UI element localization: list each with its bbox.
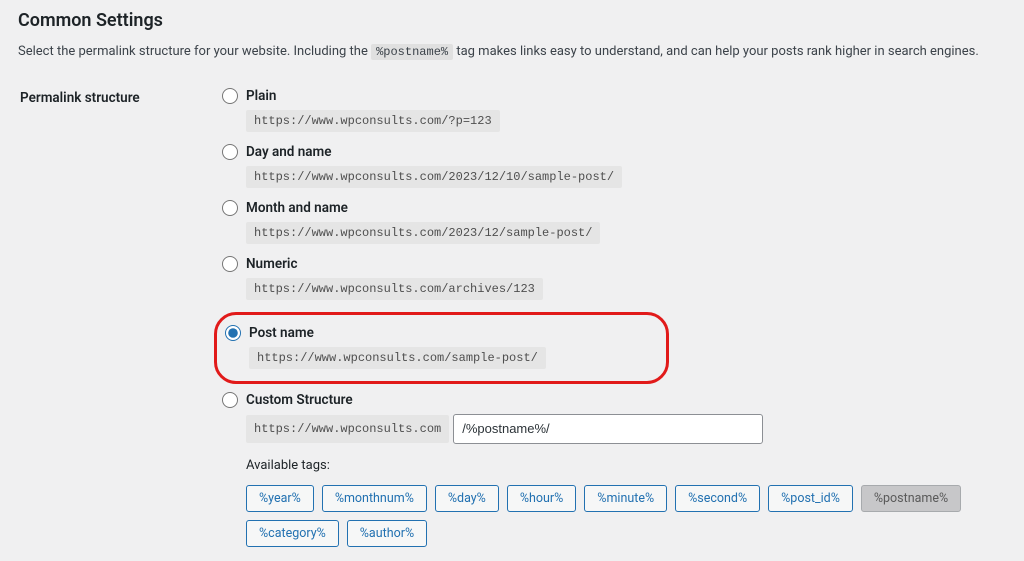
option-post-name-highlighted: Post name https://www.wpconsults.com/sam… [214,312,669,384]
section-desc-after: tag makes links easy to understand, and … [456,44,978,59]
radio-post-name-label[interactable]: Post name [249,325,314,341]
radio-plain[interactable] [222,88,238,104]
tag-second-button[interactable]: %second% [675,485,760,512]
section-description: Select the permalink structure for your … [18,43,1006,62]
radio-month-name-label[interactable]: Month and name [246,200,348,216]
month-name-url-example: https://www.wpconsults.com/2023/12/sampl… [246,222,600,244]
option-month-and-name: Month and name https://www.wpconsults.co… [222,200,1004,244]
tag-post-id-button[interactable]: %post_id% [768,485,853,512]
tag-minute-button[interactable]: %minute% [584,485,667,512]
custom-url-prefix: https://www.wpconsults.com [246,415,449,443]
tag-buttons-row: %year% %monthnum% %day% %hour% %minute% … [246,485,1004,547]
tag-monthnum-button[interactable]: %monthnum% [322,485,427,512]
permalink-structure-label: Permalink structure [20,88,220,559]
tag-postname-button[interactable]: %postname% [861,485,961,512]
plain-url-example: https://www.wpconsults.com/?p=123 [246,110,500,132]
tag-author-button[interactable]: %author% [347,520,427,547]
custom-structure-input[interactable] [453,414,763,444]
postname-code-tag: %postname% [371,44,453,60]
day-name-url-example: https://www.wpconsults.com/2023/12/10/sa… [246,166,622,188]
radio-month-name[interactable] [222,200,238,216]
numeric-url-example: https://www.wpconsults.com/archives/123 [246,278,543,300]
radio-day-name[interactable] [222,144,238,160]
option-plain: Plain https://www.wpconsults.com/?p=123 [222,88,1004,132]
option-custom-structure: Custom Structure https://www.wpconsults.… [222,392,1004,547]
radio-custom[interactable] [222,392,238,408]
radio-numeric-label[interactable]: Numeric [246,256,297,272]
tag-category-button[interactable]: %category% [246,520,339,547]
radio-numeric[interactable] [222,256,238,272]
section-desc-before: Select the permalink structure for your … [18,44,371,59]
tag-year-button[interactable]: %year% [246,485,314,512]
tag-hour-button[interactable]: %hour% [507,485,576,512]
option-day-and-name: Day and name https://www.wpconsults.com/… [222,144,1004,188]
option-numeric: Numeric https://www.wpconsults.com/archi… [222,256,1004,300]
available-tags-label: Available tags: [246,458,1004,473]
permalink-form-table: Permalink structure Plain https://www.wp… [18,86,1006,561]
post-name-url-example: https://www.wpconsults.com/sample-post/ [249,347,546,369]
radio-post-name[interactable] [225,325,241,341]
radio-day-name-label[interactable]: Day and name [246,144,332,160]
section-title: Common Settings [18,10,1006,31]
radio-custom-label[interactable]: Custom Structure [246,392,353,408]
radio-plain-label[interactable]: Plain [246,88,276,104]
tag-day-button[interactable]: %day% [435,485,499,512]
